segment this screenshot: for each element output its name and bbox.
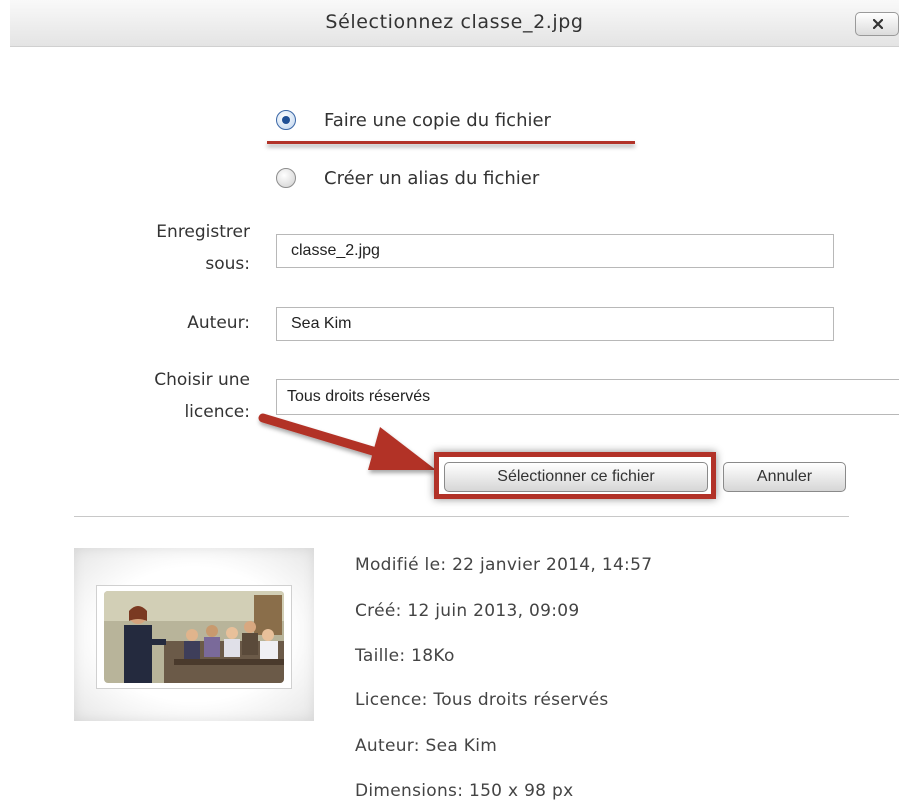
save-as-label-line2: sous: [205, 254, 250, 274]
license-label: Choisir une licence: [154, 364, 250, 428]
dialog-titlebar: Sélectionnez classe_2.jpg [10, 0, 899, 47]
option-copy-file[interactable]: Faire une copie du fichier [276, 107, 551, 133]
option-create-alias[interactable]: Créer un alias du fichier [276, 165, 539, 191]
file-dimensions: Dimensions: 150 x 98 px [355, 781, 574, 801]
option-create-alias-label: Créer un alias du fichier [324, 167, 540, 189]
author-label: Auteur: [187, 313, 250, 333]
radio-copy-file[interactable] [276, 110, 296, 130]
close-button[interactable] [855, 12, 899, 36]
close-icon [873, 19, 883, 29]
dialog-title: Sélectionnez classe_2.jpg [325, 11, 584, 33]
file-thumbnail-image [104, 591, 284, 683]
license-label-line2: licence: [184, 402, 250, 422]
file-created: Créé: 12 juin 2013, 09:09 [355, 601, 580, 621]
file-author: Auteur: Sea Kim [355, 736, 498, 756]
save-as-label-line1: Enregistrer [156, 222, 250, 242]
file-modified: Modifié le: 22 janvier 2014, 14:57 [355, 555, 653, 575]
file-license: Licence: Tous droits réservés [355, 690, 609, 710]
file-picker-dialog: Sélectionnez classe_2.jpg Faire une copi… [0, 0, 899, 802]
license-select[interactable]: Tous droits réservés [276, 379, 899, 415]
author-input[interactable] [276, 307, 834, 341]
annotation-underline [267, 141, 635, 144]
cancel-button[interactable]: Annuler [723, 462, 846, 492]
divider [74, 516, 849, 517]
license-label-line1: Choisir une [154, 370, 250, 390]
option-copy-file-label: Faire une copie du fichier [324, 109, 551, 131]
save-as-label: Enregistrer sous: [156, 216, 250, 280]
select-file-button[interactable]: Sélectionner ce fichier [444, 462, 708, 492]
file-size: Taille: 18Ko [355, 646, 455, 666]
save-as-input[interactable] [276, 234, 834, 268]
radio-create-alias[interactable] [276, 168, 296, 188]
